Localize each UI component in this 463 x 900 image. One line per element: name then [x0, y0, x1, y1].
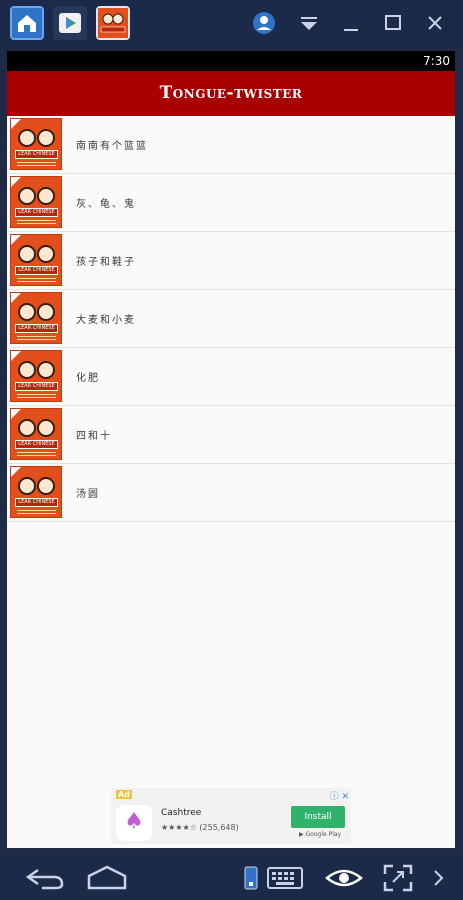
learn-chinese-thumbnail-icon: LEAR CHINESE [10, 408, 62, 460]
learn-chinese-thumbnail-icon: LEAR CHINESE [10, 234, 62, 286]
phone-icon[interactable] [243, 864, 259, 898]
thumbnail-text: LEAR CHINESE [15, 324, 58, 333]
ad-rating: ★★★★☆ (255,648) [161, 823, 239, 832]
google-play-text: Google Play [305, 831, 342, 838]
app-tab[interactable] [96, 6, 130, 40]
maximize-icon[interactable] [380, 10, 406, 36]
thumbnail-text: LEAR CHINESE [15, 382, 58, 391]
learn-chinese-thumbnail-icon: LEAR CHINESE [10, 176, 62, 228]
home-tab[interactable] [10, 6, 44, 40]
list-item-label: 汤圆 [76, 489, 100, 500]
back-icon[interactable] [24, 864, 66, 898]
home-nav-icon[interactable] [86, 864, 128, 898]
ad-app-name: Cashtree [161, 808, 202, 818]
home-icon [18, 15, 36, 32]
account-icon[interactable] [251, 10, 277, 36]
list-item-label: 大麦和小麦 [76, 315, 136, 326]
eye-icon[interactable] [325, 864, 363, 898]
thumbnail-text: LEAR CHINESE [15, 208, 58, 217]
install-button[interactable]: Install [291, 806, 345, 828]
play-store-tab[interactable] [53, 6, 87, 40]
phone-screen: 7:30 Tongue-twister LEAR CHINESE 南南有个篮篮 LE… [7, 51, 455, 848]
ad-tag: Ad [116, 790, 132, 799]
cashtree-logo-icon: ♠ [116, 805, 152, 841]
list-item-label: 四和十 [76, 431, 112, 442]
emulator-bottom-bar [0, 856, 463, 900]
ad-close-icon[interactable]: ⓘ ✕ [330, 789, 349, 802]
thumbnail-text: LEAR CHINESE [15, 440, 58, 449]
chevron-right-icon[interactable] [432, 864, 446, 898]
list-item[interactable]: LEAR CHINESE 化肥 [7, 348, 455, 406]
thumbnail-text: LEAR CHINESE [15, 266, 58, 275]
status-bar: 7:30 [7, 51, 455, 71]
list-item[interactable]: LEAR CHINESE 南南有个篮篮 [7, 116, 455, 174]
emulator-window: 7:30 Tongue-twister LEAR CHINESE 南南有个篮篮 LE… [0, 0, 463, 900]
status-time: 7:30 [423, 54, 450, 68]
learn-chinese-thumbnail-icon: LEAR CHINESE [10, 292, 62, 344]
list-item[interactable]: LEAR CHINESE 四和十 [7, 406, 455, 464]
thumbnail-text: LEAR CHINESE [15, 150, 58, 159]
learn-chinese-thumbnail-icon: LEAR CHINESE [10, 350, 62, 402]
google-play-label: ▶ Google Play [299, 831, 342, 838]
keyboard-icon[interactable] [266, 864, 304, 898]
list-item-label: 孩子和鞋子 [76, 257, 136, 268]
thumbnail-text: LEAR CHINESE [15, 498, 58, 507]
minimize-icon[interactable] [338, 10, 364, 36]
ad-banner[interactable]: Ad ⓘ ✕ ♠ Cashtree ★★★★☆ (255,648) Instal… [111, 788, 351, 844]
list-item[interactable]: LEAR CHINESE 大麦和小麦 [7, 290, 455, 348]
list-item[interactable]: LEAR CHINESE 灰、龟、鬼 [7, 174, 455, 232]
app-thumbnail-icon [98, 8, 128, 38]
list-item-label: 化肥 [76, 373, 100, 384]
app-bar: Tongue-twister [7, 71, 455, 116]
list-item[interactable]: LEAR CHINESE 孩子和鞋子 [7, 232, 455, 290]
list-item[interactable]: LEAR CHINESE 汤圆 [7, 464, 455, 522]
learn-chinese-thumbnail-icon: LEAR CHINESE [10, 466, 62, 518]
list-item-label: 灰、龟、鬼 [76, 199, 136, 210]
close-icon[interactable] [422, 10, 448, 36]
learn-chinese-thumbnail-icon: LEAR CHINESE [10, 118, 62, 170]
dropdown-icon[interactable] [296, 10, 322, 36]
list-item-label: 南南有个篮篮 [76, 141, 148, 152]
tongue-twister-list: LEAR CHINESE 南南有个篮篮 LEAR CHINESE 灰、龟、鬼 LEAR … [7, 116, 455, 522]
play-store-icon [59, 13, 81, 33]
page-title: Tongue-twister [159, 83, 303, 103]
fullscreen-icon[interactable] [383, 864, 413, 898]
emulator-top-bar [0, 0, 463, 46]
